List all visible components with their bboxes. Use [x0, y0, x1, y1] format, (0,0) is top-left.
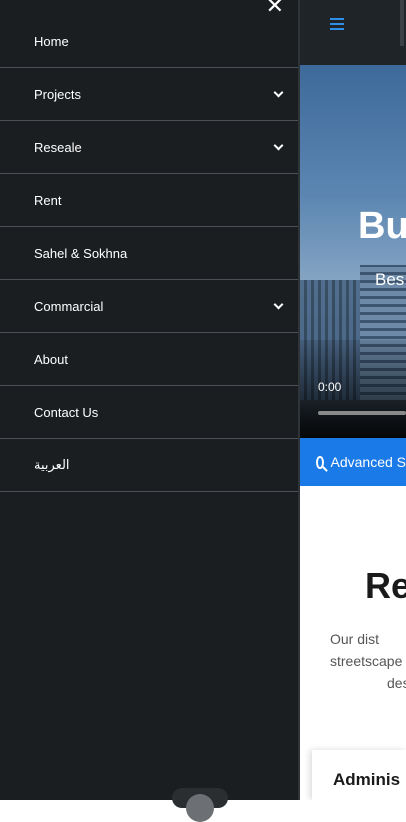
- hero-subtitle: Bes: [375, 270, 404, 290]
- side-drawer: ✕ Home Projects Reseale Rent Sahel & Sok…: [0, 0, 300, 800]
- menu-item-arabic[interactable]: العربية: [0, 439, 298, 492]
- top-navbar: [300, 0, 406, 65]
- menu-item-contact[interactable]: Contact Us: [0, 386, 298, 439]
- section-text-line: Our dist: [330, 628, 406, 650]
- background-page: Bu Bes 0:00 Advanced S Re Our dist stree…: [300, 0, 406, 800]
- menu-item-label: Sahel & Sokhna: [34, 246, 127, 261]
- advanced-search-button[interactable]: Advanced S: [300, 438, 406, 486]
- video-progress-track[interactable]: [318, 411, 406, 415]
- menu-item-label: Home: [34, 34, 69, 49]
- hamburger-menu-icon[interactable]: [330, 18, 344, 33]
- drawer-menu: Home Projects Reseale Rent Sahel & Sokhn…: [0, 15, 298, 492]
- hero-title: Bu: [358, 205, 406, 248]
- video-controls: [300, 340, 406, 438]
- hero-video[interactable]: Bu Bes 0:00: [300, 65, 406, 438]
- advanced-search-label: Advanced S: [331, 454, 406, 470]
- card-title: Adminis: [333, 770, 400, 790]
- menu-item-label: Reseale: [34, 140, 82, 155]
- menu-item-about[interactable]: About: [0, 333, 298, 386]
- project-card[interactable]: Adminis: [312, 750, 406, 800]
- section-text-line: streetscape: [330, 650, 406, 672]
- menu-item-resale[interactable]: Reseale: [0, 121, 298, 174]
- menu-item-rent[interactable]: Rent: [0, 174, 298, 227]
- section-text: Our dist streetscape des: [330, 628, 406, 694]
- chevron-down-icon[interactable]: [274, 300, 284, 310]
- menu-item-label: Commarcial: [34, 299, 103, 314]
- section-text-line: des: [387, 672, 406, 694]
- menu-item-sahel-sokhna[interactable]: Sahel & Sokhna: [0, 227, 298, 280]
- menu-item-home[interactable]: Home: [0, 15, 298, 68]
- video-time: 0:00: [318, 380, 341, 394]
- section-heading: Re: [365, 565, 406, 607]
- menu-item-commercial[interactable]: Commarcial: [0, 280, 298, 333]
- logo-fragment: [400, 0, 404, 46]
- menu-item-projects[interactable]: Projects: [0, 68, 298, 121]
- menu-item-label: Projects: [34, 87, 81, 102]
- menu-item-label: Rent: [34, 193, 61, 208]
- menu-item-label: العربية: [34, 457, 70, 473]
- menu-item-label: Contact Us: [34, 405, 98, 420]
- chevron-down-icon[interactable]: [274, 88, 284, 98]
- menu-item-label: About: [34, 352, 68, 367]
- chevron-down-icon[interactable]: [274, 141, 284, 151]
- search-icon: [316, 456, 324, 469]
- floating-chat-button[interactable]: [172, 788, 228, 808]
